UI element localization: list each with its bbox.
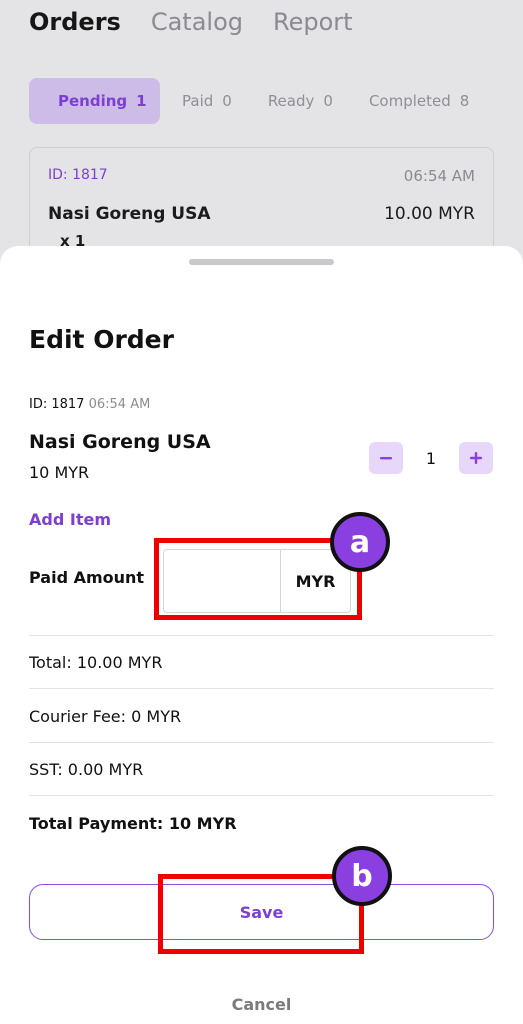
status-tab-ready[interactable]: Ready 0 — [254, 78, 347, 124]
marker-a: a — [330, 512, 390, 572]
sheet-title: Edit Order — [29, 325, 174, 354]
order-card-item-price: 10.00 MYR — [384, 204, 475, 224]
total-payment-line: Total Payment: 10 MYR — [29, 814, 237, 833]
courier-fee-line: Courier Fee: 0 MYR — [29, 707, 182, 726]
tab-report[interactable]: Report — [273, 8, 353, 36]
order-card-time: 06:54 AM — [403, 167, 475, 185]
status-tab-label: Pending — [58, 92, 128, 110]
order-card-id: ID: 1817 — [48, 167, 108, 183]
status-tab-label: Completed — [368, 92, 451, 110]
status-tab-count: 0 — [222, 92, 232, 110]
paid-amount-label: Paid Amount — [29, 568, 145, 587]
status-tab-pending[interactable]: Pending 1 — [29, 78, 160, 124]
status-filter-tabs: Pending 1 Paid 0 Ready 0 Completed 8 — [29, 78, 491, 124]
order-time: 06:54 AM — [88, 397, 151, 412]
divider — [29, 688, 494, 689]
order-id: ID: 1817 — [29, 397, 85, 412]
status-tab-count: 1 — [136, 92, 147, 110]
status-tab-count: 0 — [323, 92, 333, 110]
plus-icon — [470, 452, 482, 464]
divider — [29, 635, 494, 636]
status-tab-label: Paid — [182, 92, 214, 110]
status-tab-completed[interactable]: Completed 8 — [355, 78, 483, 124]
quantity-value: 1 — [425, 448, 437, 468]
decrement-button[interactable] — [369, 442, 403, 474]
status-tab-count: 8 — [459, 92, 470, 110]
increment-button[interactable] — [459, 442, 493, 474]
status-tab-paid[interactable]: Paid 0 — [168, 78, 246, 124]
quantity-stepper: 1 — [369, 442, 493, 474]
total-line: Total: 10.00 MYR — [29, 653, 163, 672]
add-item-link[interactable]: Add Item — [29, 510, 111, 529]
divider — [29, 742, 494, 743]
tab-catalog[interactable]: Catalog — [151, 8, 243, 36]
sheet-drag-handle[interactable] — [189, 259, 334, 265]
tab-orders[interactable]: Orders — [29, 8, 121, 36]
item-name: Nasi Goreng USA — [29, 431, 211, 453]
sst-line: SST: 0.00 MYR — [29, 760, 144, 779]
order-card-item-name: Nasi Goreng USA — [48, 204, 211, 224]
divider — [29, 795, 494, 796]
status-tab-label: Ready — [267, 92, 315, 110]
main-tabs: Orders Catalog Report — [29, 8, 353, 36]
minus-icon — [380, 457, 392, 460]
item-price: 10 MYR — [29, 463, 90, 482]
order-meta: ID: 1817 06:54 AM — [29, 397, 150, 412]
cancel-button[interactable]: Cancel — [0, 995, 523, 1014]
marker-b: b — [332, 846, 392, 906]
